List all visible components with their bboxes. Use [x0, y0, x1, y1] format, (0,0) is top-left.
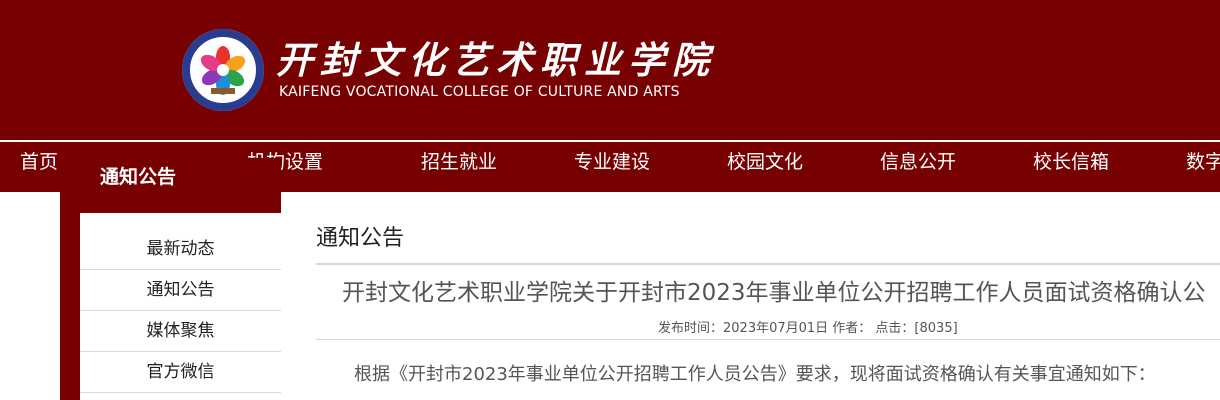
section-divider: [316, 263, 1220, 265]
nav-item-majors[interactable]: 专业建设: [574, 142, 650, 182]
meta-divider: [316, 339, 1220, 340]
sidebar-item-wechat[interactable]: 官方微信: [80, 352, 281, 393]
school-name-en: KAIFENG VOCATIONAL COLLEGE OF CULTURE AN…: [279, 84, 680, 100]
article-body: 根据《开封市2023年事业单位公开招聘工作人员公告》要求，现将面试资格确认有关事…: [354, 364, 1156, 385]
sidebar-title-box: 通知公告: [60, 158, 281, 213]
school-name-cn: 开封文化艺术职业学院: [276, 38, 716, 82]
nav-item-president-mailbox[interactable]: 校长信箱: [1033, 142, 1109, 182]
sidebar-menu: 最新动态 通知公告 媒体聚焦 官方微信: [80, 229, 281, 393]
nav-item-info-disclosure[interactable]: 信息公开: [880, 142, 956, 182]
sidebar-item-latest-news[interactable]: 最新动态: [80, 229, 281, 270]
section-title: 通知公告: [316, 226, 405, 251]
nav-item-home[interactable]: 首页: [20, 142, 58, 182]
sidebar-item-notices[interactable]: 通知公告: [80, 270, 281, 311]
site-header: 开封文化艺术职业学院 KAIFENG VOCATIONAL COLLEGE OF…: [0, 0, 1220, 140]
school-emblem-icon[interactable]: [181, 28, 265, 112]
article-title: 开封文化艺术职业学院关于开封市2023年事业单位公开招聘工作人员面试资格确认公: [342, 280, 1206, 306]
article-meta: 发布时间：2023年07月01日 作者： 点击：[8035]: [658, 321, 958, 336]
sidebar-accent-strip: [60, 192, 80, 400]
sidebar-item-media[interactable]: 媒体聚焦: [80, 311, 281, 352]
sidebar-title: 通知公告: [100, 166, 177, 188]
nav-item-digital[interactable]: 数字: [1186, 142, 1220, 182]
nav-item-admissions[interactable]: 招生就业: [421, 142, 497, 182]
nav-item-campus-culture[interactable]: 校园文化: [727, 142, 803, 182]
